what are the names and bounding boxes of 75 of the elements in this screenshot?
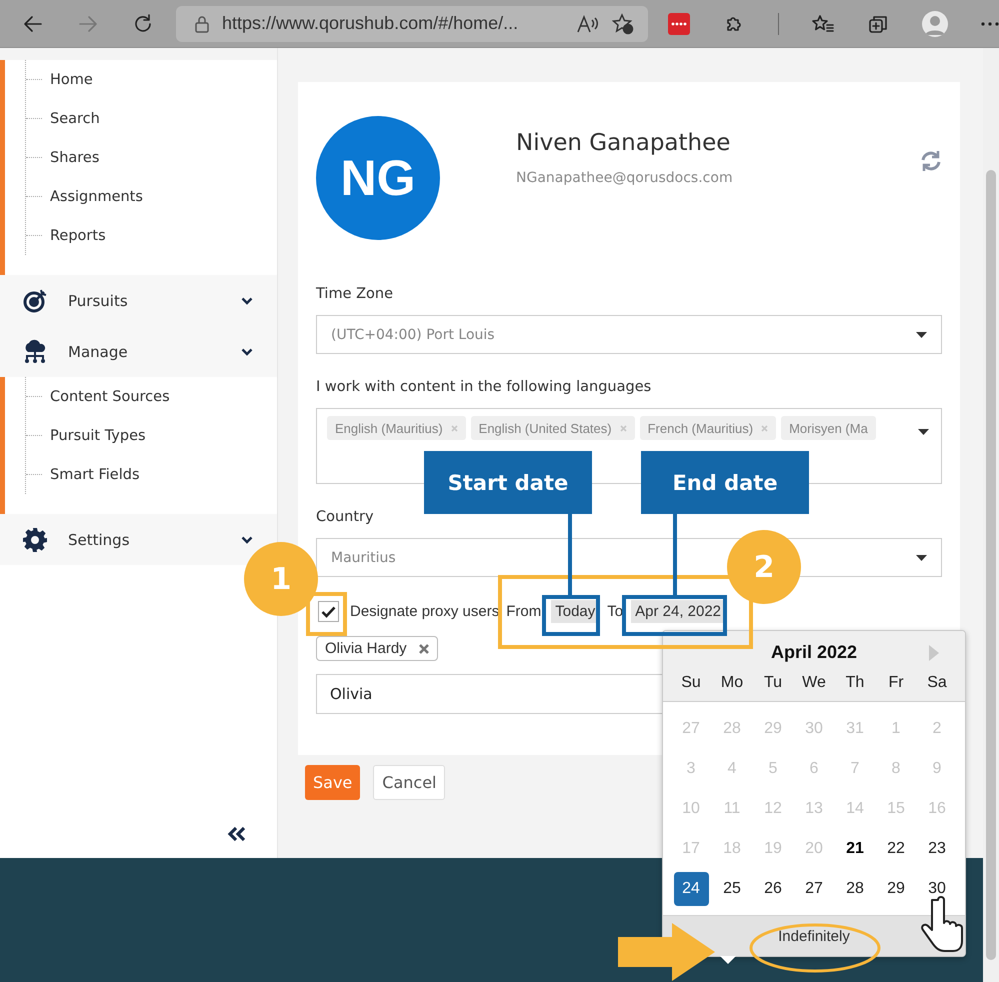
calendar-day[interactable]: 25: [714, 872, 750, 906]
save-button[interactable]: Save: [305, 765, 360, 800]
sync-icon[interactable]: [920, 150, 942, 172]
add-favorite-icon[interactable]: [612, 12, 634, 34]
weekday-label: We: [801, 673, 827, 693]
chevron-down-icon: [241, 536, 253, 544]
proxy-checkbox[interactable]: [318, 601, 339, 622]
weekday-label: Fr: [887, 673, 905, 693]
calendar-day[interactable]: 30: [920, 872, 954, 906]
hand-cursor-icon: [921, 896, 963, 952]
read-aloud-icon[interactable]: [576, 14, 600, 34]
calendar-day[interactable]: 22: [878, 832, 914, 866]
callout-label: End date: [641, 451, 809, 514]
language-tag: English (Mauritius): [327, 416, 466, 440]
language-tag: Morisyen (Ma: [781, 416, 876, 440]
nav-group[interactable]: Pursuits: [0, 275, 277, 326]
chevron-down-icon: [241, 296, 253, 304]
weekday-label: Tu: [762, 673, 784, 693]
calendar-day[interactable]: 26: [756, 872, 790, 906]
end-date-link[interactable]: Apr 24, 2022: [631, 600, 726, 623]
user-email: NGanapathee@qorusdocs.com: [516, 170, 734, 186]
cloud-network-icon: [22, 338, 48, 364]
settings-icon: [22, 526, 48, 552]
calendar-day[interactable]: 21: [838, 832, 872, 866]
collapse-icon[interactable]: [227, 826, 247, 842]
field-label: Country: [316, 509, 375, 525]
weekday-label: Mo: [720, 673, 744, 693]
cancel-button[interactable]: Cancel: [373, 765, 446, 800]
extension-icon[interactable]: [668, 12, 690, 34]
address-bar[interactable]: https://www.qorushub.com/#/home/...: [176, 6, 648, 42]
target-icon: [22, 288, 48, 314]
nav-item[interactable]: Shares: [50, 150, 100, 166]
nav-item[interactable]: Home: [50, 72, 93, 88]
lock-icon: [194, 14, 210, 32]
refresh-icon[interactable]: [132, 12, 154, 34]
remove-icon[interactable]: [418, 644, 429, 654]
chevron-down-icon: [241, 348, 253, 356]
user-name: Niven Ganapathee: [516, 130, 732, 156]
calendar-day[interactable]: 27: [796, 872, 832, 906]
time-zone-select[interactable]: (UTC+04:00) Port Louis: [316, 315, 942, 354]
nav-group[interactable]: Manage: [0, 326, 277, 377]
nav-item[interactable]: Smart Fields: [50, 466, 140, 482]
nav-item[interactable]: Content Sources: [50, 388, 170, 404]
language-tag: English (United States): [470, 416, 635, 440]
dropdown-caret-icon: [918, 429, 929, 435]
nav-group[interactable]: Settings: [0, 514, 277, 565]
calendar-day[interactable]: 29: [878, 872, 914, 906]
url-text: https://www.qorushub.com/#/home/...: [222, 13, 520, 34]
calendar-day[interactable]: 23: [920, 832, 954, 866]
pointer-arrow-icon: [618, 923, 715, 981]
nav-item[interactable]: Reports: [50, 228, 106, 244]
favorites-icon[interactable]: [812, 12, 834, 34]
check-icon: [321, 606, 336, 618]
weekday-label: Su: [680, 673, 702, 693]
month-title: April 2022: [770, 642, 858, 662]
nav-item[interactable]: Search: [50, 110, 100, 126]
dropdown-caret-icon: [916, 554, 927, 560]
user-tag: Olivia Hardy: [316, 636, 438, 661]
nav-item[interactable]: Assignments: [50, 188, 143, 204]
weekday-label: Th: [844, 673, 866, 693]
from-label: From: [506, 603, 542, 620]
checkbox-label: Designate proxy users: [350, 603, 500, 620]
nav-item[interactable]: Pursuit Types: [50, 428, 146, 444]
field-label: Time Zone: [316, 286, 394, 302]
callout-label: Start date: [424, 451, 592, 514]
calendar-day[interactable]: 28: [838, 872, 872, 906]
more-icon[interactable]: [981, 22, 999, 26]
calendar-day[interactable]: 24: [674, 872, 708, 906]
avatar: NG: [316, 116, 440, 240]
dropdown-caret-icon: [916, 332, 927, 338]
to-label: To: [607, 603, 624, 620]
language-tag: French (Mauritius): [640, 416, 776, 440]
highlight-frame: [306, 592, 347, 636]
indefinitely-button[interactable]: Indefinitely: [772, 924, 856, 948]
field-label: I work with content in the following languages: [316, 379, 652, 395]
